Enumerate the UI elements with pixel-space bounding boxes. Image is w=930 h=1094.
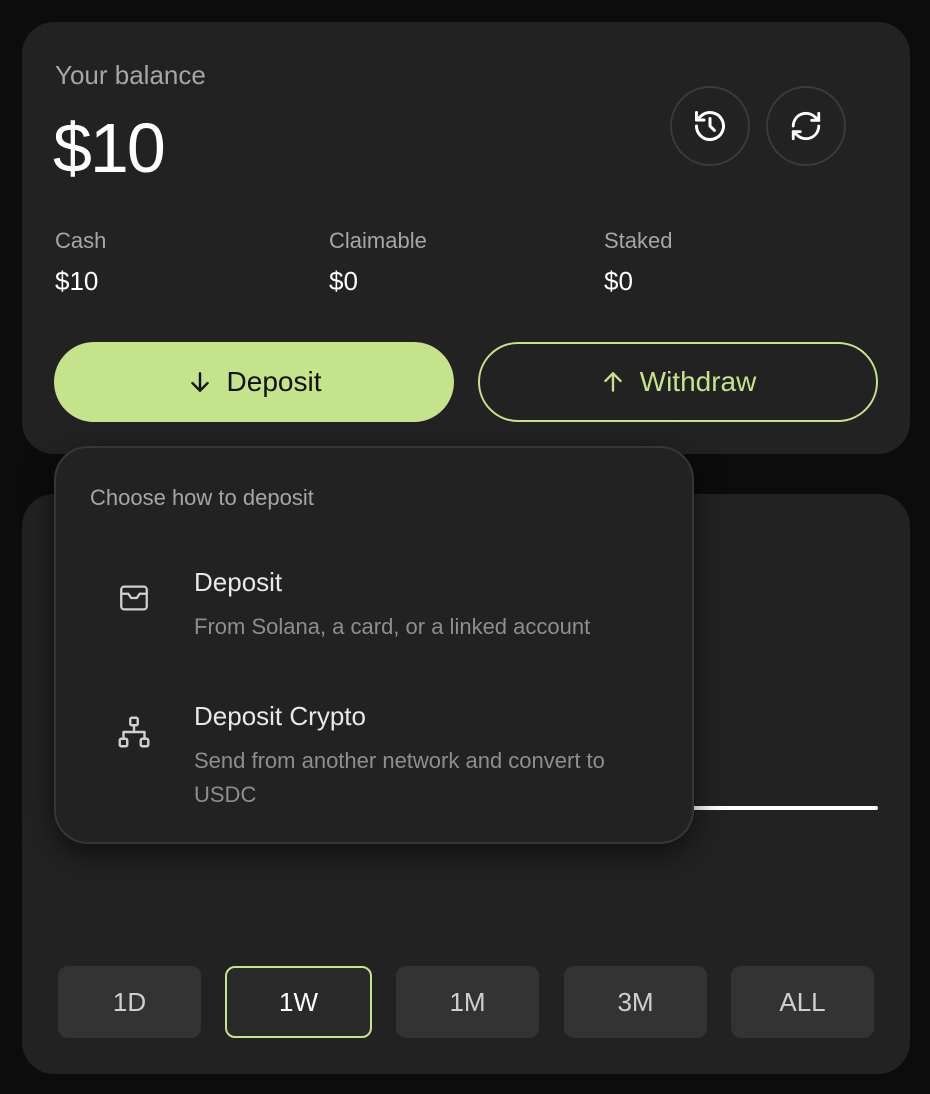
- wallet-icon: [114, 578, 154, 618]
- deposit-menu-title: Choose how to deposit: [90, 485, 314, 510]
- menu-item-deposit-crypto-title: Deposit Crypto: [194, 701, 366, 731]
- stat-claimable-value: $0: [329, 266, 358, 296]
- range-button-all[interactable]: ALL: [731, 966, 874, 1038]
- menu-item-deposit-text: Deposit From Solana, a card, or a linked…: [194, 567, 654, 644]
- stat-cash-value: $10: [55, 266, 99, 296]
- menu-item-deposit-crypto-subtitle: Send from another network and convert to…: [194, 748, 605, 807]
- withdraw-button[interactable]: Withdraw: [478, 342, 878, 422]
- history-button[interactable]: [670, 86, 750, 166]
- range-button-1d[interactable]: 1D: [58, 966, 201, 1038]
- range-button-1w[interactable]: 1W: [225, 966, 372, 1038]
- stat-cash-label: Cash: [55, 228, 107, 253]
- stat-claimable: Claimable $0: [329, 228, 427, 297]
- range-button-3m[interactable]: 3M: [564, 966, 707, 1038]
- menu-item-deposit-title: Deposit: [194, 567, 283, 597]
- network-icon: [114, 712, 154, 752]
- arrow-down-icon: [190, 372, 209, 392]
- menu-item-deposit-crypto-text: Deposit Crypto Send from another network…: [194, 701, 654, 812]
- deposit-button-label: Deposit: [226, 366, 322, 397]
- refresh-icon: [791, 111, 821, 141]
- stat-staked-label: Staked: [604, 228, 673, 253]
- stat-cash: Cash $10: [55, 228, 106, 297]
- balance-card: Your balance $10 Cash $10 Claimable $0 S…: [22, 22, 910, 454]
- refresh-button[interactable]: [766, 86, 846, 166]
- history-icon: [695, 111, 725, 142]
- withdraw-button-label: Withdraw: [639, 366, 757, 397]
- deposit-options-menu: Choose how to deposit Deposit From Solan…: [54, 446, 694, 844]
- menu-item-deposit-subtitle: From Solana, a card, or a linked account: [194, 614, 591, 639]
- balance-label: Your balance: [55, 60, 206, 90]
- stat-staked: Staked $0: [604, 228, 673, 297]
- range-button-1m[interactable]: 1M: [396, 966, 539, 1038]
- menu-item-deposit-crypto[interactable]: Deposit Crypto Send from another network…: [56, 686, 692, 816]
- time-range-selector: 1D 1W 1M 3M ALL: [58, 966, 874, 1038]
- menu-item-deposit[interactable]: Deposit From Solana, a card, or a linked…: [56, 552, 692, 662]
- stat-staked-value: $0: [604, 266, 633, 296]
- arrow-up-icon: [603, 372, 622, 392]
- stat-claimable-label: Claimable: [329, 228, 427, 253]
- deposit-button[interactable]: Deposit: [54, 342, 454, 422]
- balance-amount: $10: [53, 109, 166, 187]
